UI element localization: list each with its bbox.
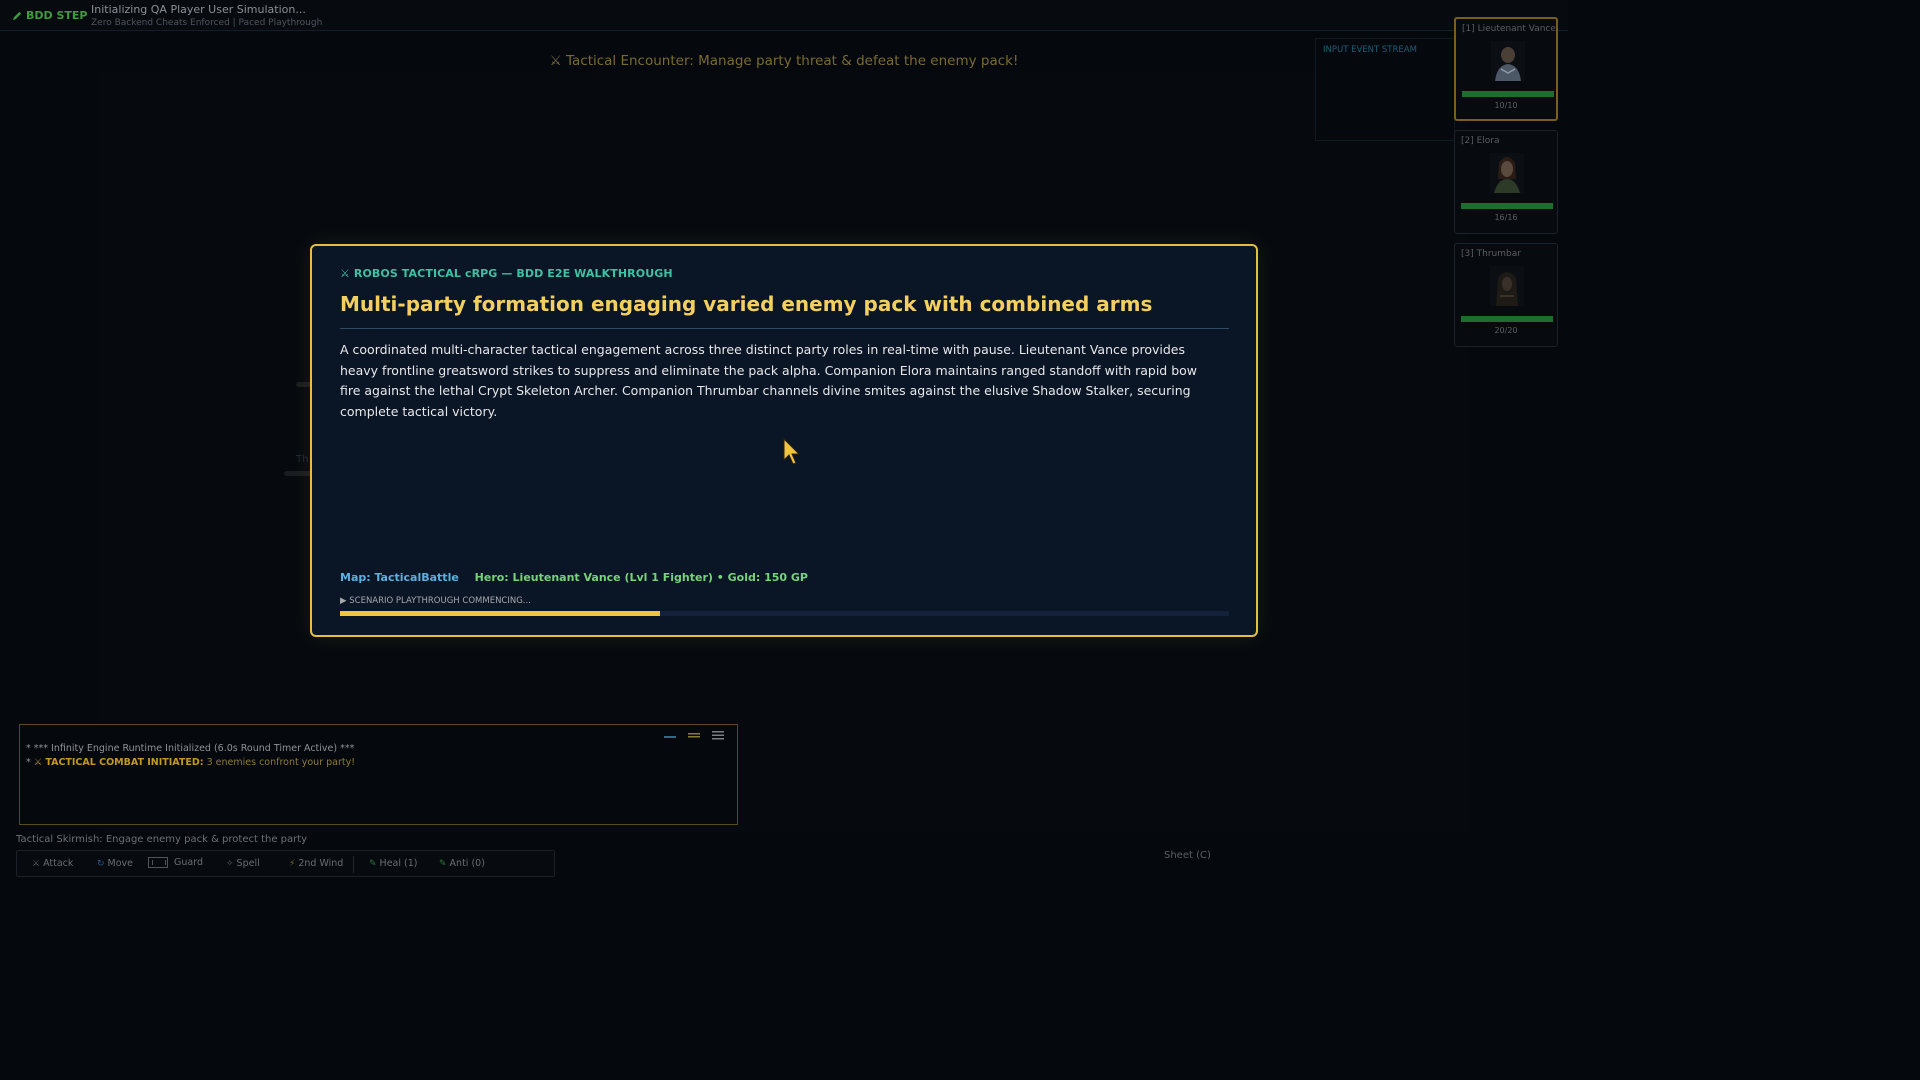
portrait-elora — [1490, 153, 1524, 193]
log-line: * ⚔ TACTICAL COMBAT INITIATED: 3 enemies… — [26, 757, 356, 768]
footsteps-icon: ↻ — [97, 858, 105, 869]
portrait-lieutenant-vance — [1491, 41, 1525, 81]
character-sheet-button[interactable]: Sheet (C) — [1164, 850, 1211, 861]
combat-log-panel[interactable]: * *** Infinity Engine Runtime Initialize… — [19, 724, 738, 825]
log-size-large-icon[interactable] — [711, 730, 725, 740]
hp-bar — [1461, 316, 1553, 322]
hp-bar — [1462, 91, 1554, 97]
party-member-name: [3] Thrumbar — [1461, 249, 1521, 259]
party-card-thrumbar[interactable]: [3] Thrumbar 20/20 — [1454, 243, 1558, 347]
log-size-small-icon[interactable] — [663, 730, 677, 740]
action-divider — [353, 856, 354, 873]
antidote-button[interactable]: ✎ Anti (0) — [439, 858, 485, 869]
party-card-lieutenant-vance[interactable]: [1] Lieutenant Vance 10/10 — [1454, 17, 1558, 121]
log-size-controls — [663, 730, 725, 740]
spark-icon: ✧ — [226, 858, 234, 869]
sword-icon: ⚔ — [32, 858, 41, 869]
modal-description: A coordinated multi-character tactical e… — [340, 342, 1198, 419]
guard-button[interactable]: Guard — [148, 857, 203, 868]
party-member-name: [2] Elora — [1461, 136, 1500, 146]
log-size-medium-icon[interactable] — [687, 730, 701, 740]
hp-bar — [1461, 203, 1553, 209]
bdd-step-label: BDD STEP — [26, 9, 88, 22]
simulation-subtitle: Zero Backend Cheats Enforced | Paced Pla… — [91, 18, 323, 28]
hero-label: Hero: Lieutenant Vance (Lvl 1 Fighter) •… — [474, 571, 808, 584]
progress-fill — [340, 611, 661, 616]
log-line: * *** Infinity Engine Runtime Initialize… — [26, 743, 355, 754]
ghost-unit-label: Th — [296, 454, 309, 465]
modal-divider — [340, 328, 1229, 329]
pencil-icon — [12, 11, 22, 21]
playthrough-status: ▶ SCENARIO PLAYTHROUGH COMMENCING... — [340, 596, 531, 606]
input-event-stream-label: INPUT EVENT STREAM — [1323, 45, 1417, 55]
mouse-cursor-icon — [783, 438, 801, 465]
potion-icon: ✎ — [439, 858, 447, 869]
sword-icon: ⚔ — [33, 757, 43, 768]
bdd-step-indicator: BDD STEP — [12, 9, 87, 22]
simulation-title: Initializing QA Player User Simulation..… — [91, 3, 306, 16]
modal-kicker: ⚔ ROBOS TACTICAL cRPG — BDD E2E WALKTHRO… — [340, 267, 673, 280]
move-button[interactable]: ↻ Move — [97, 858, 133, 869]
ghost-unit-bar — [284, 471, 312, 476]
hp-text: 16/16 — [1494, 213, 1518, 222]
potion-icon: ✎ — [369, 858, 377, 869]
modal-meta: Map: TacticalBattle Hero: Lieutenant Van… — [340, 571, 808, 584]
portrait-thrumbar — [1490, 266, 1524, 306]
lightning-icon: ⚡ — [289, 858, 296, 869]
party-card-elora[interactable]: [2] Elora 16/16 — [1454, 130, 1558, 234]
hp-text: 20/20 — [1494, 326, 1518, 335]
hp-text: 10/10 — [1494, 101, 1518, 110]
modal-title: Multi-party formation engaging varied en… — [340, 292, 1153, 316]
party-member-name: [1] Lieutenant Vance — [1462, 24, 1556, 34]
playthrough-progress-bar — [340, 611, 1229, 616]
second-wind-button[interactable]: ⚡ 2nd Wind — [289, 858, 343, 869]
shield-icon — [148, 857, 168, 868]
map-label: Map: TacticalBattle — [340, 571, 459, 584]
top-status-bar: BDD STEP Initializing QA Player User Sim… — [0, 0, 1568, 31]
input-event-stream-panel: INPUT EVENT STREAM — [1315, 38, 1455, 141]
action-bar: ⚔ Attack ↻ Move Guard ✧ Spell ⚡ 2nd Wind ✎ He… — [16, 850, 555, 877]
heal-button[interactable]: ✎ Heal (1) — [369, 858, 417, 869]
skirmish-objective: Tactical Skirmish: Engage enemy pack & p… — [16, 834, 308, 845]
attack-button[interactable]: ⚔ Attack — [32, 858, 73, 869]
spell-button[interactable]: ✧ Spell — [226, 858, 260, 869]
